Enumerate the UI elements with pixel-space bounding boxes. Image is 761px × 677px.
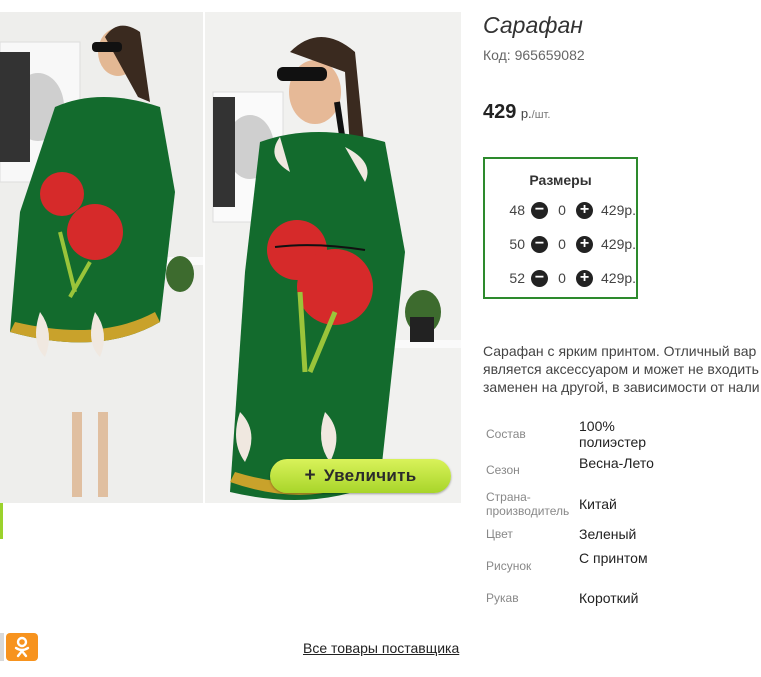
product-photo-2[interactable] (205, 12, 461, 503)
odnoklassniki-icon (14, 636, 30, 658)
product-code: Код: 965659082 (483, 47, 585, 63)
size-row: 48 − 0 + 429р. (485, 200, 636, 220)
product-price: 429 р./шт. (483, 101, 550, 124)
size-quantity[interactable]: 0 (552, 270, 572, 286)
spec-value: Зеленый (579, 526, 637, 542)
zoom-button[interactable]: + Увеличить (270, 459, 451, 493)
description-line: Сарафан с ярким принтом. Отличный вар (483, 343, 757, 359)
size-price: 429р. (601, 236, 637, 252)
minus-icon[interactable]: − (531, 201, 548, 219)
size-price: 429р. (601, 202, 637, 218)
spec-key: Сезон (486, 463, 520, 477)
spec-value: Китай (579, 496, 617, 512)
description-line: является аксессуаром и может не входить (483, 361, 759, 377)
price-value: 429 (483, 101, 517, 123)
price-per-unit: /шт. (531, 109, 551, 121)
size-label: 50 (509, 236, 525, 252)
zoom-button-label: Увеличить (323, 466, 417, 485)
size-row: 52 − 0 + 429р. (485, 268, 636, 288)
spec-value: Короткий (579, 590, 639, 606)
supplier-products-link[interactable]: Все товары поставщика (303, 640, 459, 656)
odnoklassniki-share-button[interactable] (6, 633, 38, 661)
size-label: 52 (509, 270, 525, 286)
size-quantity[interactable]: 0 (552, 202, 572, 218)
spec-value: Весна-Лето (579, 455, 654, 471)
spec-key: Цвет (486, 527, 513, 541)
plus-icon[interactable]: + (576, 269, 593, 287)
spec-key: Рукав (486, 591, 519, 605)
sizes-header: Размеры (529, 172, 592, 188)
plus-icon: + (304, 465, 316, 486)
spec-value: С принтом (579, 550, 648, 566)
thumbnail-scroll-indicator (0, 503, 3, 539)
product-photo-1[interactable] (0, 12, 203, 503)
plus-icon[interactable]: + (576, 201, 593, 219)
minus-icon[interactable]: − (531, 269, 548, 287)
size-selector: Размеры 48 − 0 + 429р. 50 − 0 + 429р. 52… (483, 157, 638, 299)
share-button-partial[interactable] (0, 633, 4, 661)
product-title: Сарафан (483, 12, 583, 38)
price-currency: р. (520, 106, 532, 121)
plus-icon[interactable]: + (576, 235, 593, 253)
size-label: 48 (509, 202, 525, 218)
spec-key: Рисунок (486, 559, 532, 573)
size-row: 50 − 0 + 429р. (485, 234, 636, 254)
size-price: 429р. (601, 270, 637, 286)
description-line: заменен на другой, в зависимости от нали (483, 379, 760, 395)
spec-key: Состав (486, 427, 526, 441)
size-quantity[interactable]: 0 (552, 236, 572, 252)
minus-icon[interactable]: − (531, 235, 548, 253)
spec-key: Страна-производитель (486, 490, 570, 518)
spec-value: 100% полиэстер (579, 418, 647, 450)
product-description: Сарафан с ярким принтом. Отличный вар яв… (483, 342, 761, 396)
